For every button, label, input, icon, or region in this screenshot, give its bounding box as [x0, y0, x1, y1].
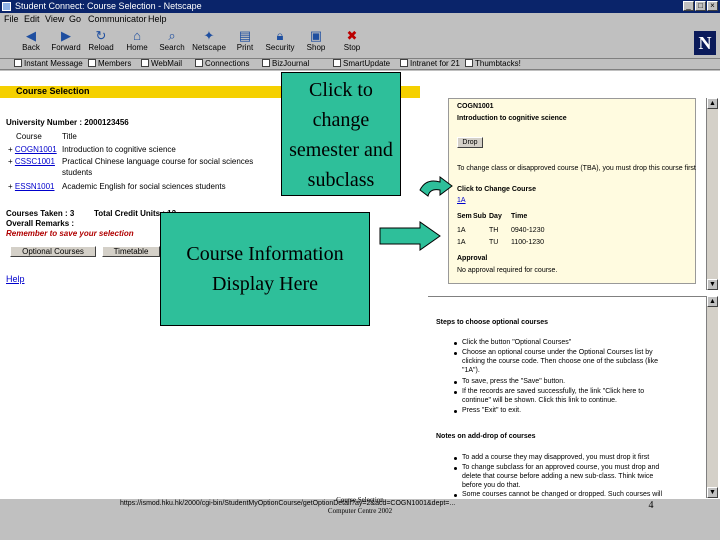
curved-arrow-icon — [419, 176, 453, 197]
callout-arrows — [379, 176, 453, 251]
right-arrow-icon — [379, 221, 441, 251]
